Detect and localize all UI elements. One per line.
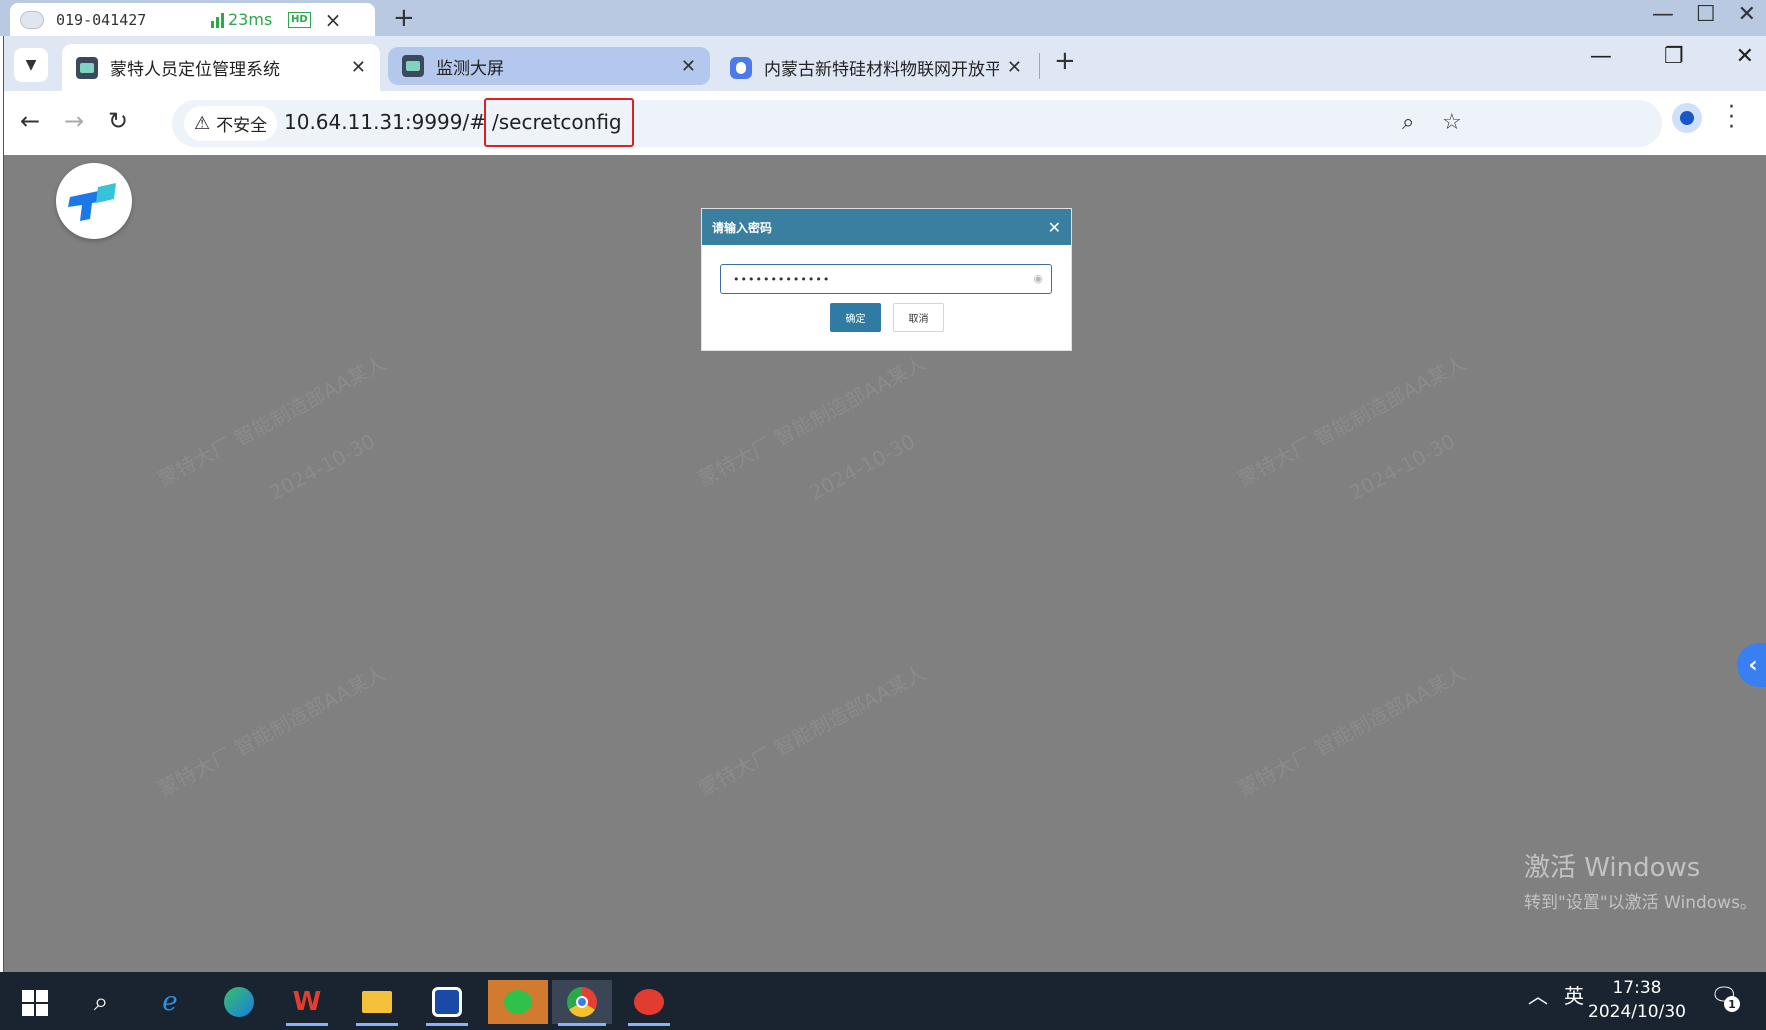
remote-assistant-logo[interactable] — [56, 163, 132, 239]
page-viewport: 蒙特大厂 智能制造部AA某人 蒙特大厂 智能制造部AA某人 蒙特大厂 智能制造部… — [4, 155, 1766, 972]
wechat-icon[interactable] — [488, 980, 548, 1024]
restore-icon[interactable]: ❐ — [1664, 44, 1684, 69]
edge-icon[interactable] — [212, 980, 266, 1024]
search-icon[interactable]: ⌕ — [74, 980, 128, 1024]
remote-window-controls: — ☐ ✕ — [1652, 2, 1756, 27]
watermark: 蒙特大厂 智能制造部AA某人 — [693, 350, 930, 492]
minimize-icon[interactable]: — — [1652, 2, 1674, 27]
notification-center-icon[interactable]: 🗨 1 — [1710, 984, 1740, 1012]
clock-time: 17:38 — [1612, 978, 1662, 998]
cancel-button[interactable]: 取消 — [893, 303, 944, 332]
reload-icon[interactable]: ↻ — [108, 107, 128, 135]
browser-toolbar: ← → ↻ ⚠ 不安全 10.64.11.31:9999/#/secretcon… — [4, 91, 1766, 155]
watermark-date: 2024-10-30 — [1345, 429, 1460, 505]
system-tray: ︿ 英 — [1528, 980, 1584, 1009]
password-input[interactable]: ••••••••••••• ◉ — [720, 264, 1052, 294]
logo-icon — [68, 183, 116, 221]
watermark-date: 2024-10-30 — [265, 429, 380, 505]
ping-value: 23ms — [228, 10, 273, 29]
password-value: ••••••••••••• — [733, 272, 831, 286]
ie-icon[interactable]: e — [143, 980, 197, 1024]
maximize-icon[interactable]: ☐ — [1696, 2, 1716, 27]
signal-icon — [211, 12, 224, 28]
url-path-highlight: /secretconfig — [484, 98, 634, 147]
confirm-button[interactable]: 确定 — [830, 303, 881, 332]
dialog-header: 请输入密码 ✕ — [702, 209, 1071, 245]
watermark-date: 2024-10-30 — [805, 429, 920, 505]
close-tab-icon[interactable]: ✕ — [351, 57, 366, 78]
forward-arrow-icon[interactable]: → — [64, 107, 84, 135]
warning-icon: ⚠ — [194, 113, 211, 134]
activation-title: 激活 Windows — [1524, 853, 1701, 883]
tab-personnel-system[interactable]: 蒙特人员定位管理系统 ✕ — [62, 44, 380, 91]
remote-session-bar: 019-041427 23ms HD × + — ☐ ✕ — [0, 0, 1766, 36]
windows-start-icon[interactable] — [22, 990, 48, 1016]
tab-iot-platform[interactable]: 内蒙古新特硅材料物联网开放平 ✕ — [716, 44, 1036, 91]
profile-avatar-icon[interactable] — [1672, 103, 1702, 133]
system-clock[interactable]: 17:38 2024/10/30 — [1588, 976, 1686, 1024]
chevron-left-icon: ‹ — [1748, 652, 1758, 678]
windows-activation-watermark: 激活 Windows 转到"设置"以激活 Windows。 — [1524, 847, 1757, 913]
app-icon — [76, 56, 98, 79]
app-icon — [402, 55, 424, 77]
watermark: 蒙特大厂 智能制造部AA某人 — [1233, 350, 1470, 492]
remote-client-icon[interactable] — [420, 980, 474, 1026]
password-dialog: 请输入密码 ✕ ••••••••••••• ◉ 确定 取消 — [701, 208, 1072, 351]
bookmark-star-icon[interactable]: ☆ — [1442, 110, 1462, 135]
file-explorer-icon[interactable] — [350, 980, 404, 1026]
chevron-down-icon: ▼ — [25, 57, 37, 73]
url-host: 10.64.11.31:9999/# — [284, 110, 487, 134]
watermark: 蒙特大厂 智能制造部AA某人 — [693, 660, 930, 802]
activation-subtitle: 转到"设置"以激活 Windows。 — [1524, 893, 1757, 913]
cloud-icon — [20, 10, 44, 29]
close-icon[interactable]: ✕ — [1738, 2, 1756, 27]
watermark: 蒙特大厂 智能制造部AA某人 — [153, 350, 390, 492]
close-icon[interactable]: ✕ — [1736, 44, 1754, 69]
tab-title: 监测大屏 — [436, 58, 504, 79]
tab-title: 内蒙古新特硅材料物联网开放平 — [764, 60, 999, 80]
add-session-button[interactable]: + — [393, 3, 415, 33]
watermark: 蒙特大厂 智能制造部AA某人 — [1233, 660, 1470, 802]
map-pin-icon — [730, 56, 752, 79]
close-icon[interactable]: ✕ — [1048, 218, 1061, 237]
side-panel-toggle[interactable]: ‹ — [1737, 643, 1766, 687]
wps-icon[interactable]: W — [280, 980, 334, 1026]
close-tab-icon[interactable]: ✕ — [1007, 57, 1022, 78]
tab-monitor-screen[interactable]: 监测大屏 ✕ — [388, 47, 710, 85]
notification-badge: 1 — [1724, 996, 1740, 1012]
menu-kebab-icon[interactable]: · · · — [1728, 97, 1735, 139]
tab-strip: ▼ 蒙特人员定位管理系统 ✕ 监测大屏 ✕ 内蒙古新特硅材料物联网开放平 ✕ +… — [4, 36, 1766, 91]
tab-title: 蒙特人员定位管理系统 — [110, 60, 280, 80]
new-tab-button[interactable]: + — [1054, 46, 1076, 76]
hd-badge[interactable]: HD — [288, 11, 311, 28]
remote-session-tab[interactable]: 019-041427 23ms HD × — [10, 3, 375, 36]
security-indicator[interactable]: ⚠ 不安全 — [184, 106, 278, 141]
eye-icon[interactable]: ◉ — [1033, 272, 1043, 285]
tray-expand-icon[interactable]: ︿ — [1528, 980, 1548, 1009]
address-bar[interactable]: ⚠ 不安全 10.64.11.31:9999/#/secretconfig ⌕ … — [172, 98, 1662, 147]
clock-date: 2024/10/30 — [1588, 1002, 1686, 1022]
zoom-icon[interactable]: ⌕ — [1402, 110, 1414, 135]
tab-search-button[interactable]: ▼ — [14, 48, 48, 82]
tab-divider — [1039, 53, 1040, 79]
watermark: 蒙特大厂 智能制造部AA某人 — [153, 660, 390, 802]
chrome-icon[interactable] — [552, 980, 612, 1026]
input-language[interactable]: 英 — [1564, 980, 1584, 1009]
back-arrow-icon[interactable]: ← — [20, 107, 40, 135]
browser-window-controls: — ❐ ✕ — [1590, 44, 1754, 69]
security-label: 不安全 — [216, 116, 268, 136]
minimize-icon[interactable]: — — [1590, 44, 1612, 69]
close-session-icon[interactable]: × — [325, 8, 342, 32]
dialog-title: 请输入密码 — [712, 220, 773, 235]
close-tab-icon[interactable]: ✕ — [681, 56, 696, 77]
snail-app-icon[interactable] — [622, 980, 676, 1026]
browser-window: ▼ 蒙特人员定位管理系统 ✕ 监测大屏 ✕ 内蒙古新特硅材料物联网开放平 ✕ +… — [3, 36, 1766, 972]
url-text[interactable]: 10.64.11.31:9999/#/secretconfig — [284, 98, 634, 147]
windows-taskbar: ⌕ e W ︿ 英 17:38 2024/10/30 🗨 1 — [0, 972, 1766, 1030]
session-id: 019-041427 — [56, 10, 147, 29]
